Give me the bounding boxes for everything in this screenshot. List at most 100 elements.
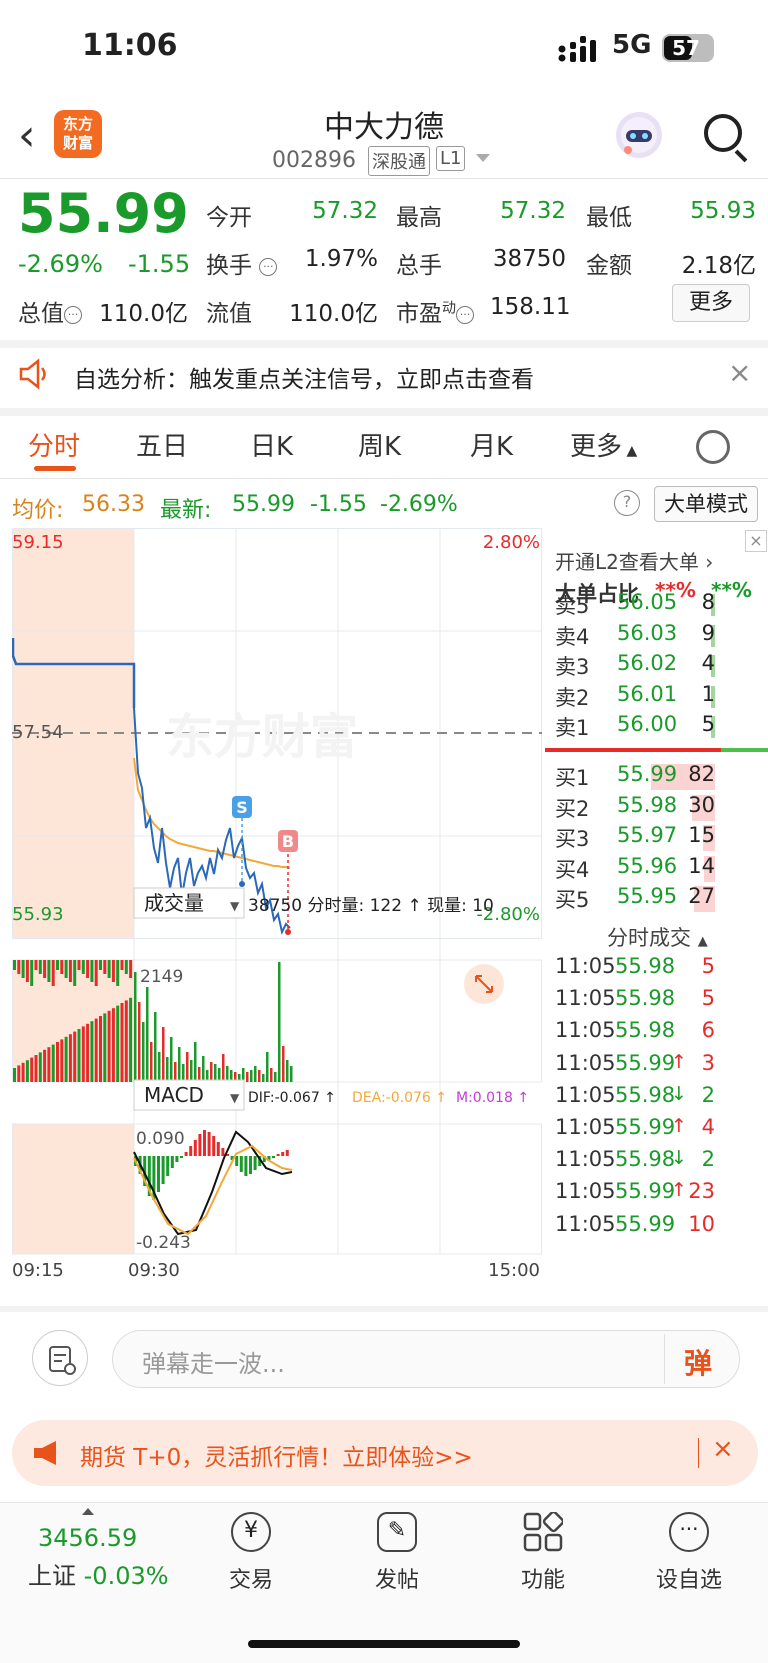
chevron-down-icon[interactable]	[476, 154, 490, 162]
change-pct: -2.69%	[18, 250, 103, 278]
index-value[interactable]: 3456.59	[38, 1524, 137, 1552]
bid-price: 55.97	[617, 823, 678, 847]
close-icon[interactable]: ×	[745, 530, 767, 552]
volume-bar	[86, 960, 90, 978]
volume-bar	[134, 972, 137, 1082]
intraday-chart[interactable]: 东方财富 59.15 57.54 55.93 2.80% -2.80% S B …	[11, 528, 542, 1304]
edit-icon: ✎	[377, 1512, 417, 1552]
y-top-label: 59.15	[12, 532, 64, 553]
volume-bar	[17, 960, 21, 974]
speaker-icon	[18, 358, 50, 390]
section-divider	[0, 340, 768, 348]
nav-post[interactable]: ✎ 发帖	[342, 1512, 452, 1594]
help-icon[interactable]: ?	[614, 490, 640, 516]
index-name[interactable]: 上证 -0.03%	[28, 1556, 169, 1591]
svg-text:▼: ▼	[230, 899, 240, 913]
info-icon[interactable]: ···	[259, 257, 278, 276]
dif-label: DIF:-0.067 ↑	[248, 1090, 336, 1106]
volume-bar	[81, 960, 85, 974]
promo-text[interactable]: 期货 T+0，灵活抓行情！立即体验>>	[80, 1438, 473, 1472]
latest-value: 55.99	[232, 492, 295, 517]
volume-bar	[47, 1047, 51, 1082]
signal-banner[interactable]: 自选分析：触发重点关注信号，立即点击查看	[74, 360, 534, 394]
tick-volume: 6	[701, 1018, 715, 1043]
volume-selector-label: 成交量	[144, 891, 204, 915]
macd-bar	[189, 1146, 193, 1156]
gear-icon[interactable]	[696, 430, 730, 464]
macd-bar	[281, 1152, 285, 1156]
more-button[interactable]: 更多	[672, 284, 750, 322]
time-label-open: 09:30	[128, 1260, 180, 1281]
close-icon[interactable]: ×	[712, 1434, 734, 1464]
search-icon[interactable]	[704, 114, 742, 152]
robot-avatar-icon[interactable]	[616, 112, 662, 158]
tab-daily-k[interactable]: 日K	[250, 426, 293, 463]
info-icon[interactable]: ···	[64, 305, 82, 324]
big-order-mode-button[interactable]: 大单模式	[654, 486, 758, 522]
mktcap-label: 总值 ···	[18, 294, 82, 328]
bid-volume: 27	[688, 884, 715, 908]
macd-bar	[166, 1156, 170, 1176]
order-book: 开通L2查看大单 › × 大单占比 **% **% 卖5 56.05 8 卖4 56.0…	[545, 528, 768, 1304]
avg-price-line	[133, 757, 291, 869]
macd-bar	[203, 1130, 206, 1156]
volume-bar	[142, 1022, 145, 1082]
tab-intraday[interactable]: 分时	[28, 426, 80, 463]
tick-time: 11:05	[555, 1115, 616, 1139]
volume-bar	[51, 960, 55, 986]
volume-bar	[30, 1057, 34, 1082]
volume-bar	[103, 1013, 107, 1082]
info-icon[interactable]: ···	[456, 305, 474, 324]
volume-bar	[124, 960, 128, 974]
volume-bar	[99, 1016, 102, 1082]
volume-bar	[202, 1056, 205, 1082]
nav-watchlist[interactable]: ··· 设自选	[634, 1512, 744, 1594]
tick-time: 11:05	[555, 1050, 616, 1075]
avg-value: 56.33	[82, 492, 145, 517]
macd-bar	[272, 1156, 275, 1158]
nav-functions[interactable]: 功能	[488, 1510, 598, 1594]
expand-up-icon[interactable]	[82, 1508, 94, 1515]
high-label: 最高	[396, 205, 442, 231]
comment-settings-icon[interactable]	[32, 1330, 88, 1386]
tab-five-day[interactable]: 五日	[136, 426, 188, 463]
pe-label: 市盈动 ···	[396, 294, 474, 328]
pct-top-label: 2.80%	[483, 532, 540, 553]
buy-marker-label: B	[282, 832, 294, 851]
bid-price: 55.96	[617, 853, 678, 878]
bid-label: 买2	[555, 796, 590, 821]
turnover-label-text: 换手	[206, 253, 252, 279]
tick-volume: 3	[701, 1050, 715, 1075]
active-tab-indicator	[34, 466, 76, 471]
bid-label: 买1	[555, 766, 590, 790]
header-divider	[0, 178, 768, 179]
ask-price: 56.03	[617, 620, 678, 645]
tab-weekly-k[interactable]: 周K	[358, 426, 401, 463]
volume-bar	[68, 960, 72, 982]
volume-info: 38750 分时量: 122 ↑ 现量: 10	[248, 896, 494, 916]
volume-bar	[254, 1066, 257, 1082]
sell-strength-bar	[545, 748, 721, 752]
time-label-close: 15:00	[488, 1260, 540, 1281]
nav-trade[interactable]: ¥ 交易	[196, 1512, 306, 1594]
ticks-title[interactable]: 分时成交 ▲	[607, 922, 708, 952]
danmaku-button[interactable]: 弹	[684, 1342, 712, 1382]
tab-more[interactable]: 更多 ▲	[570, 426, 637, 463]
ask-volume: 8	[701, 590, 715, 614]
ask-price: 56.05	[617, 590, 678, 614]
home-indicator[interactable]	[248, 1640, 520, 1648]
volume-bar	[13, 1068, 16, 1082]
tick-time: 11:05	[555, 1179, 616, 1204]
macd-bar	[198, 1134, 202, 1156]
open-l2-link[interactable]: 开通L2查看大单 ›	[555, 546, 713, 575]
volume-bar	[34, 1055, 38, 1082]
close-icon[interactable]: ×	[728, 356, 751, 389]
battery-icon: 57	[662, 34, 714, 62]
volume-bar	[138, 1002, 141, 1082]
volume-bar	[286, 1060, 289, 1082]
tab-monthly-k[interactable]: 月K	[470, 426, 513, 463]
pe-value: 158.11	[490, 294, 571, 320]
macd-bar	[175, 1156, 179, 1162]
tick-price: 55.98	[615, 954, 676, 978]
stock-code: 002896	[272, 148, 356, 173]
